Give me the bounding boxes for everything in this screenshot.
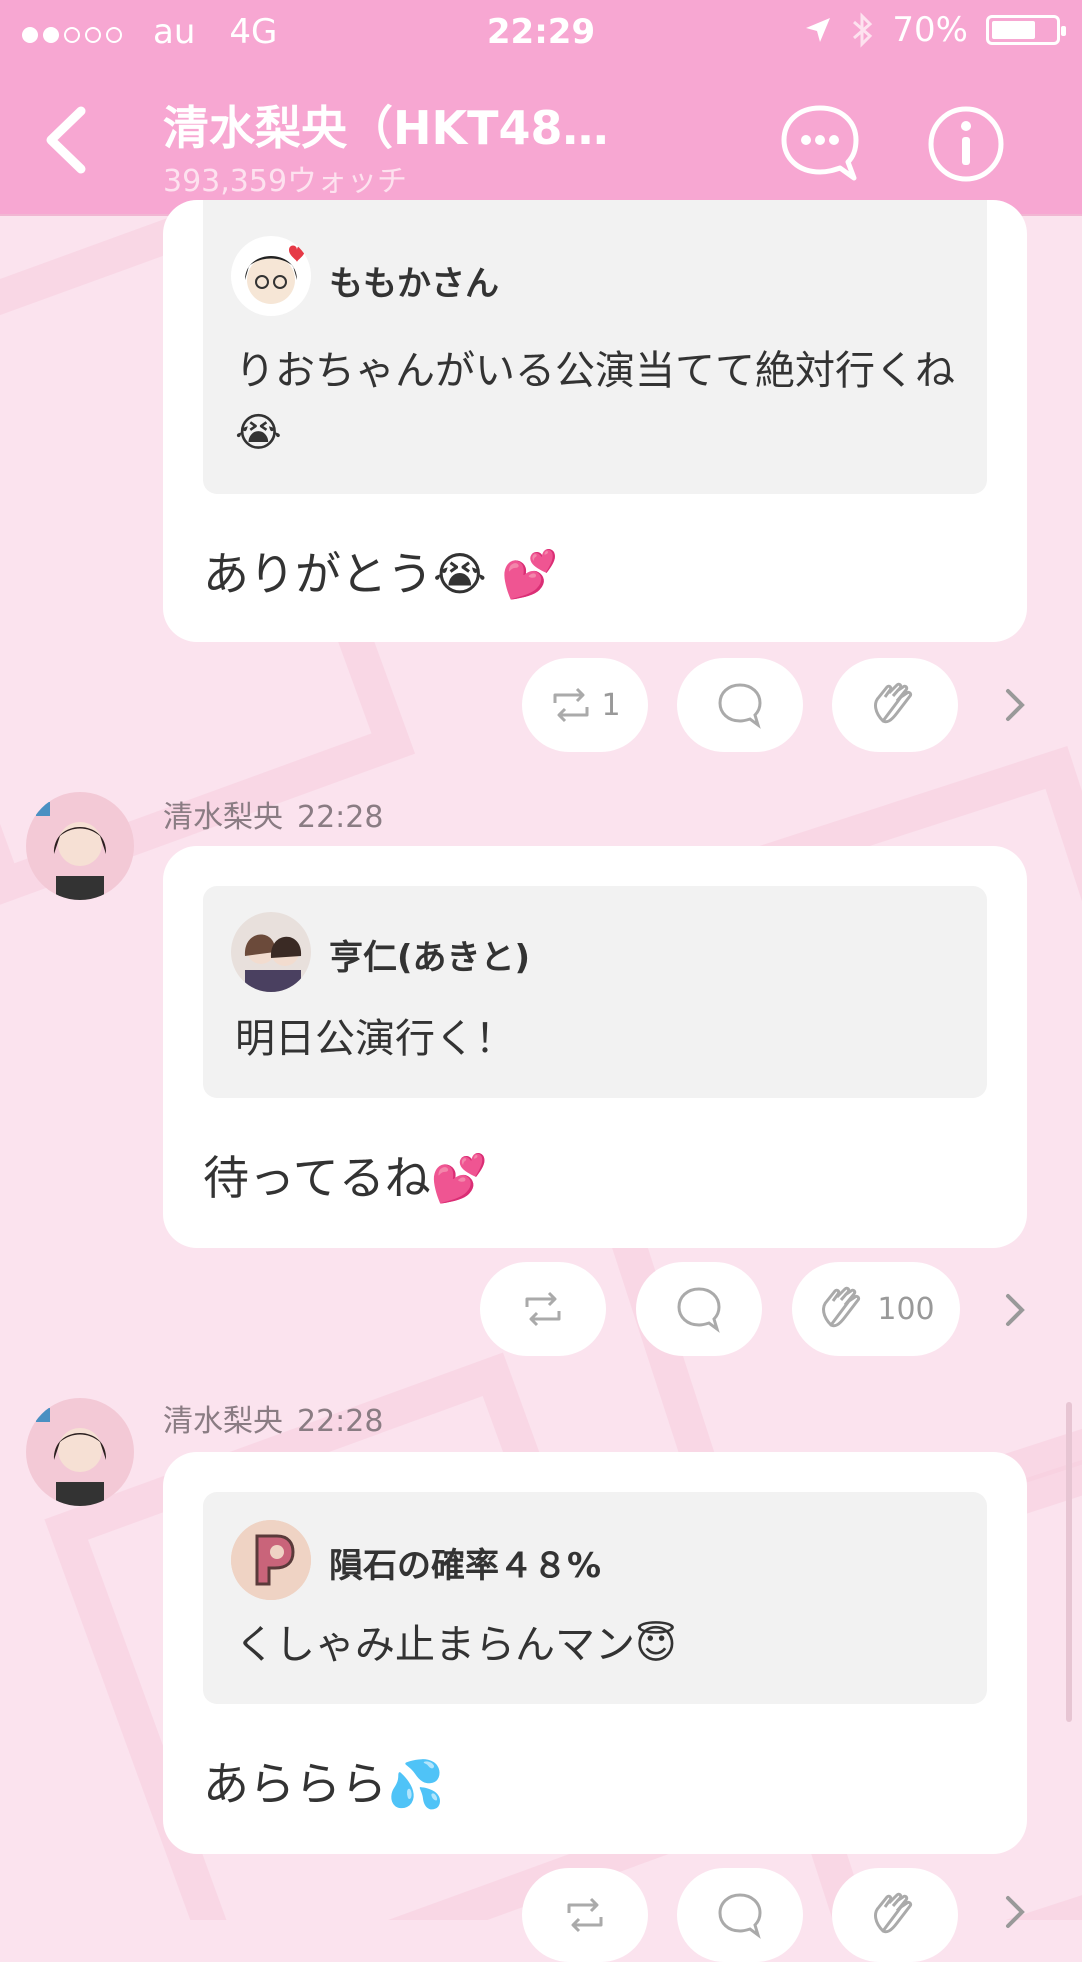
battery-icon — [986, 15, 1066, 45]
post-time: 22:28 — [297, 800, 384, 835]
clap-icon — [874, 682, 913, 724]
comment-button[interactable] — [677, 1868, 803, 1962]
chevron-right-icon[interactable] — [1000, 1290, 1030, 1330]
quoted-text: くしゃみ止まらんマン😇 — [235, 1622, 677, 1668]
repost-count: 1 — [601, 687, 621, 723]
scrollbar[interactable] — [1066, 1402, 1072, 1722]
bluetooth-icon — [853, 12, 873, 48]
quoted-comment: 隕石の確率４８% くしゃみ止まらんマン😇 — [203, 1492, 987, 1704]
post-card[interactable]: 隕石の確率４８% くしゃみ止まらんマン😇 あららら💦 — [163, 1452, 1027, 1854]
repost-button[interactable] — [522, 1868, 648, 1962]
repost-icon — [567, 1897, 603, 1933]
author-name: 清水梨央 — [163, 800, 283, 835]
location-icon — [806, 18, 831, 42]
reply-text: ありがとう😭 💕 — [203, 547, 559, 601]
comment-button[interactable] — [677, 658, 803, 752]
reply-text: 待ってるね💕 — [203, 1151, 488, 1205]
post-time: 22:28 — [297, 1404, 384, 1439]
commenter-name: ももかさん — [329, 264, 499, 304]
back-button[interactable] — [30, 100, 100, 180]
comment-icon — [677, 1287, 721, 1333]
quoted-text: 明日公演行く！ — [235, 1016, 515, 1062]
post-meta: 清水梨央 22:28 — [163, 792, 383, 836]
repost-button[interactable] — [480, 1262, 606, 1356]
post-card[interactable]: 亨仁(あきと) 明日公演行く！ 待ってるね💕 — [163, 846, 1027, 1248]
commenter-avatar[interactable] — [231, 912, 311, 992]
back-icon — [46, 106, 86, 174]
quoted-text: りおちゃんがいる公演当てて絶対行くね😭 — [235, 348, 955, 456]
page-title: 清水梨央（HKT48… — [163, 101, 609, 155]
clap-button[interactable] — [832, 1868, 958, 1962]
info-button[interactable] — [926, 104, 1006, 184]
quoted-comment: ももかさん りおちゃんがいる公演当てて絶対行くね😭 — [203, 200, 987, 494]
watch-count: 393,359ウォッチ — [163, 164, 408, 199]
status-bar: au 4G 22:29 70% — [0, 0, 1082, 70]
clap-button[interactable] — [832, 658, 958, 752]
comment-icon — [718, 1893, 762, 1939]
clap-icon — [822, 1286, 861, 1328]
commenter-name: 亨仁(あきと) — [329, 938, 531, 978]
repost-icon — [525, 1291, 561, 1327]
clap-button[interactable]: 100 — [792, 1262, 960, 1356]
battery-percent: 70% — [892, 10, 968, 50]
post-card[interactable]: ももかさん りおちゃんがいる公演当てて絶対行くね😭 ありがとう😭 💕 — [163, 200, 1027, 642]
reply-text: あららら💦 — [203, 1757, 445, 1811]
repost-icon — [553, 687, 589, 723]
author-avatar[interactable] — [26, 792, 134, 900]
commenter-name: 隕石の確率４８% — [329, 1546, 602, 1586]
navigation-bar: 清水梨央（HKT48… 393,359ウォッチ — [0, 70, 1082, 216]
chevron-right-icon[interactable] — [1000, 685, 1030, 725]
info-icon — [928, 106, 1004, 182]
chat-bubble-icon — [781, 105, 859, 181]
quoted-comment: 亨仁(あきと) 明日公演行く！ — [203, 886, 987, 1098]
commenter-avatar[interactable] — [231, 236, 311, 316]
chevron-right-icon[interactable] — [1000, 1892, 1030, 1932]
author-avatar[interactable] — [26, 1398, 134, 1506]
clap-icon — [874, 1892, 913, 1934]
chat-button[interactable] — [778, 102, 862, 186]
post-meta: 清水梨央 22:28 — [163, 1396, 383, 1440]
comment-icon — [718, 683, 762, 729]
repost-button[interactable]: 1 — [522, 658, 648, 752]
commenter-avatar[interactable] — [231, 1520, 311, 1600]
comment-button[interactable] — [636, 1262, 762, 1356]
author-name: 清水梨央 — [163, 1404, 283, 1439]
clap-count: 100 — [877, 1291, 935, 1327]
